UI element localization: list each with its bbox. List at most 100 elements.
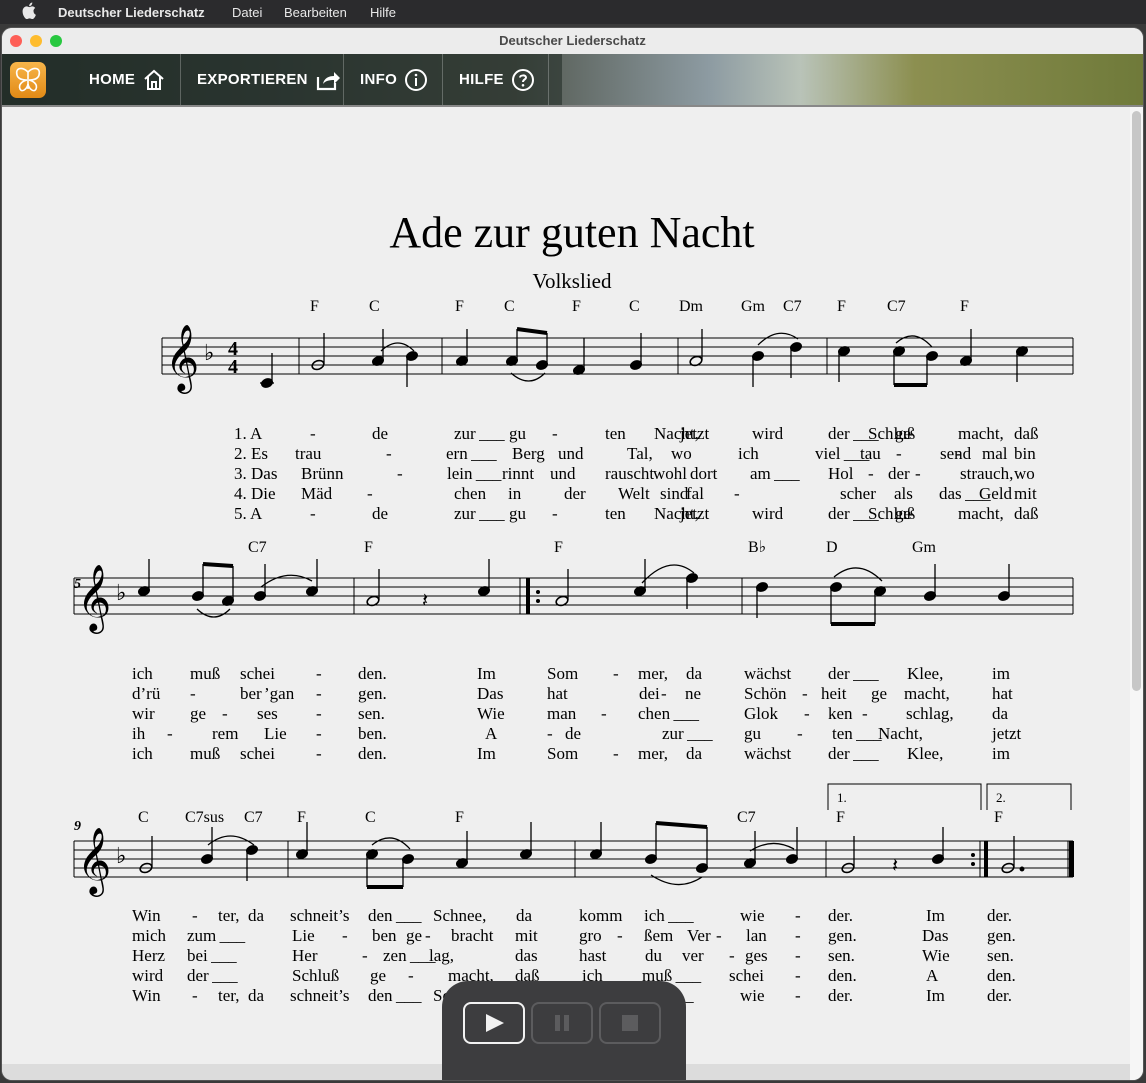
lyric-syllable: ken <box>828 704 853 723</box>
quarter-rest-icon: 𝄽 <box>422 590 428 612</box>
lyric-syllable: Herz <box>132 946 165 965</box>
lyric-syllable: strauch, <box>960 464 1013 483</box>
lyric-syllable: am ___ <box>750 464 800 483</box>
lyric-syllable: Mäd <box>301 484 333 503</box>
pause-button[interactable] <box>531 1002 593 1044</box>
menu-bar: Deutscher Liederschatz Datei Bearbeiten … <box>0 0 1146 24</box>
chord-label: B♭ <box>748 539 766 556</box>
lyric-syllable: Hol <box>828 464 854 483</box>
chord-label: C7 <box>737 809 756 826</box>
menu-bearbeiten[interactable]: Bearbeiten <box>284 5 347 20</box>
chord-label: F <box>960 298 969 315</box>
lyric-syllable: Im <box>926 906 945 925</box>
lyric-syllable: - <box>802 684 808 703</box>
lyric-syllable: ne <box>685 684 701 703</box>
lyric-syllable: A <box>485 724 498 743</box>
apple-icon[interactable] <box>22 2 36 23</box>
treble-clef-icon: 𝄞 <box>77 828 111 897</box>
lyric-syllable: 2. Es <box>234 444 268 463</box>
lyric-syllable: Lie <box>292 926 315 945</box>
info-button[interactable]: INFO <box>360 54 428 105</box>
chord-label: F <box>455 298 464 315</box>
toolbar-divider <box>180 54 181 105</box>
lyric-syllable: d’rü <box>132 684 161 703</box>
lyric-syllable: - <box>367 484 373 503</box>
lyric-syllable: schei <box>729 966 764 985</box>
toolbar-divider <box>548 54 549 105</box>
scrollbar-thumb[interactable] <box>1132 111 1141 691</box>
repeat-end-bar <box>984 841 988 877</box>
lyric-syllable: gen. <box>987 926 1016 945</box>
lyric-syllable: de <box>372 424 388 443</box>
lyric-syllable: de <box>372 504 388 523</box>
lyric-syllable: - <box>310 504 316 523</box>
lyric-syllable: schei <box>240 664 275 683</box>
menu-datei[interactable]: Datei <box>232 5 262 20</box>
lyric-syllable: macht, <box>958 424 1004 443</box>
lyric-syllable: ter, <box>218 906 240 925</box>
lyric-syllable: der. <box>828 986 853 1005</box>
lyric-syllable: scher <box>840 484 876 503</box>
vertical-scrollbar[interactable] <box>1130 107 1143 1080</box>
lyric-syllable: - <box>362 946 368 965</box>
chord-label: C <box>369 298 380 315</box>
lyric-syllable: Klee, <box>907 744 943 763</box>
help-label: HILFE <box>459 71 504 88</box>
lyric-syllable: ge <box>370 966 386 985</box>
lyric-syllable: du <box>645 946 663 965</box>
export-button[interactable]: EXPORTIEREN <box>197 54 341 105</box>
chord-label: D <box>826 539 838 556</box>
repeat-start-bar <box>526 578 530 614</box>
lyric-syllable: Win <box>132 986 161 1005</box>
lyric-syllable: Das <box>477 684 503 703</box>
chord-label: F <box>837 298 846 315</box>
minimize-window-button[interactable] <box>30 35 42 47</box>
lyric-syllable: - <box>795 986 801 1005</box>
lyric-syllable: der ___ <box>187 966 238 985</box>
butterfly-logo-icon[interactable] <box>10 62 46 98</box>
lyric-syllable: Som <box>547 744 578 763</box>
lyric-syllable: - <box>862 704 868 723</box>
lyric-syllable: rem <box>212 724 238 743</box>
lyric-syllable: - <box>956 444 962 463</box>
lyric-syllable: - <box>316 744 322 763</box>
stop-button[interactable] <box>599 1002 661 1044</box>
lyric-syllable: - <box>795 926 801 945</box>
lyric-syllable: - <box>316 724 322 743</box>
lyric-syllable: Wie <box>922 946 950 965</box>
lyric-syllable: muß <box>190 664 220 683</box>
lyric-syllable: im <box>992 664 1010 683</box>
lyric-syllable: da <box>992 704 1009 723</box>
lyric-syllable: ten <box>605 424 626 443</box>
chord-label: F <box>572 298 581 315</box>
staff-system-2: 5 𝄞 ♭ 𝄽 C7 F F B♭ D Gm <box>73 539 1074 634</box>
zoom-window-button[interactable] <box>50 35 62 47</box>
menu-app-name[interactable]: Deutscher Liederschatz <box>58 5 205 20</box>
lyric-syllable: - <box>601 704 607 723</box>
treble-clef-icon: 𝄞 <box>77 565 111 634</box>
lyric-syllable: ’gan <box>264 684 295 703</box>
chord-label: F <box>455 809 464 826</box>
toolbar: HOME EXPORTIEREN INFO HILFE <box>2 54 1143 107</box>
lyric-syllable: - <box>908 504 914 523</box>
lyric-syllable: ten ___ <box>832 724 882 743</box>
lyric-syllable: wird <box>752 424 784 443</box>
lyric-syllable: schei <box>240 744 275 763</box>
menu-hilfe[interactable]: Hilfe <box>370 5 396 20</box>
home-button[interactable]: HOME <box>89 54 166 105</box>
help-button[interactable]: HILFE <box>459 54 535 105</box>
chord-label: C7sus <box>185 809 224 826</box>
lyric-syllable: da <box>248 906 265 925</box>
lyric-syllable: - <box>397 464 403 483</box>
play-button[interactable] <box>463 1002 525 1044</box>
song-subtitle: Volkslied <box>533 269 612 293</box>
chord-label: Gm <box>912 539 937 556</box>
lyric-syllable: ich <box>132 664 153 683</box>
lyric-syllable: bracht <box>451 926 494 945</box>
lyric-syllable: - <box>222 704 228 723</box>
lyric-syllable: der <box>888 464 910 483</box>
close-window-button[interactable] <box>10 35 22 47</box>
chords-system-2: C7 F F B♭ D Gm <box>248 539 937 556</box>
lyric-syllable: als <box>894 484 913 503</box>
lyric-syllable: den ___ <box>368 986 422 1005</box>
